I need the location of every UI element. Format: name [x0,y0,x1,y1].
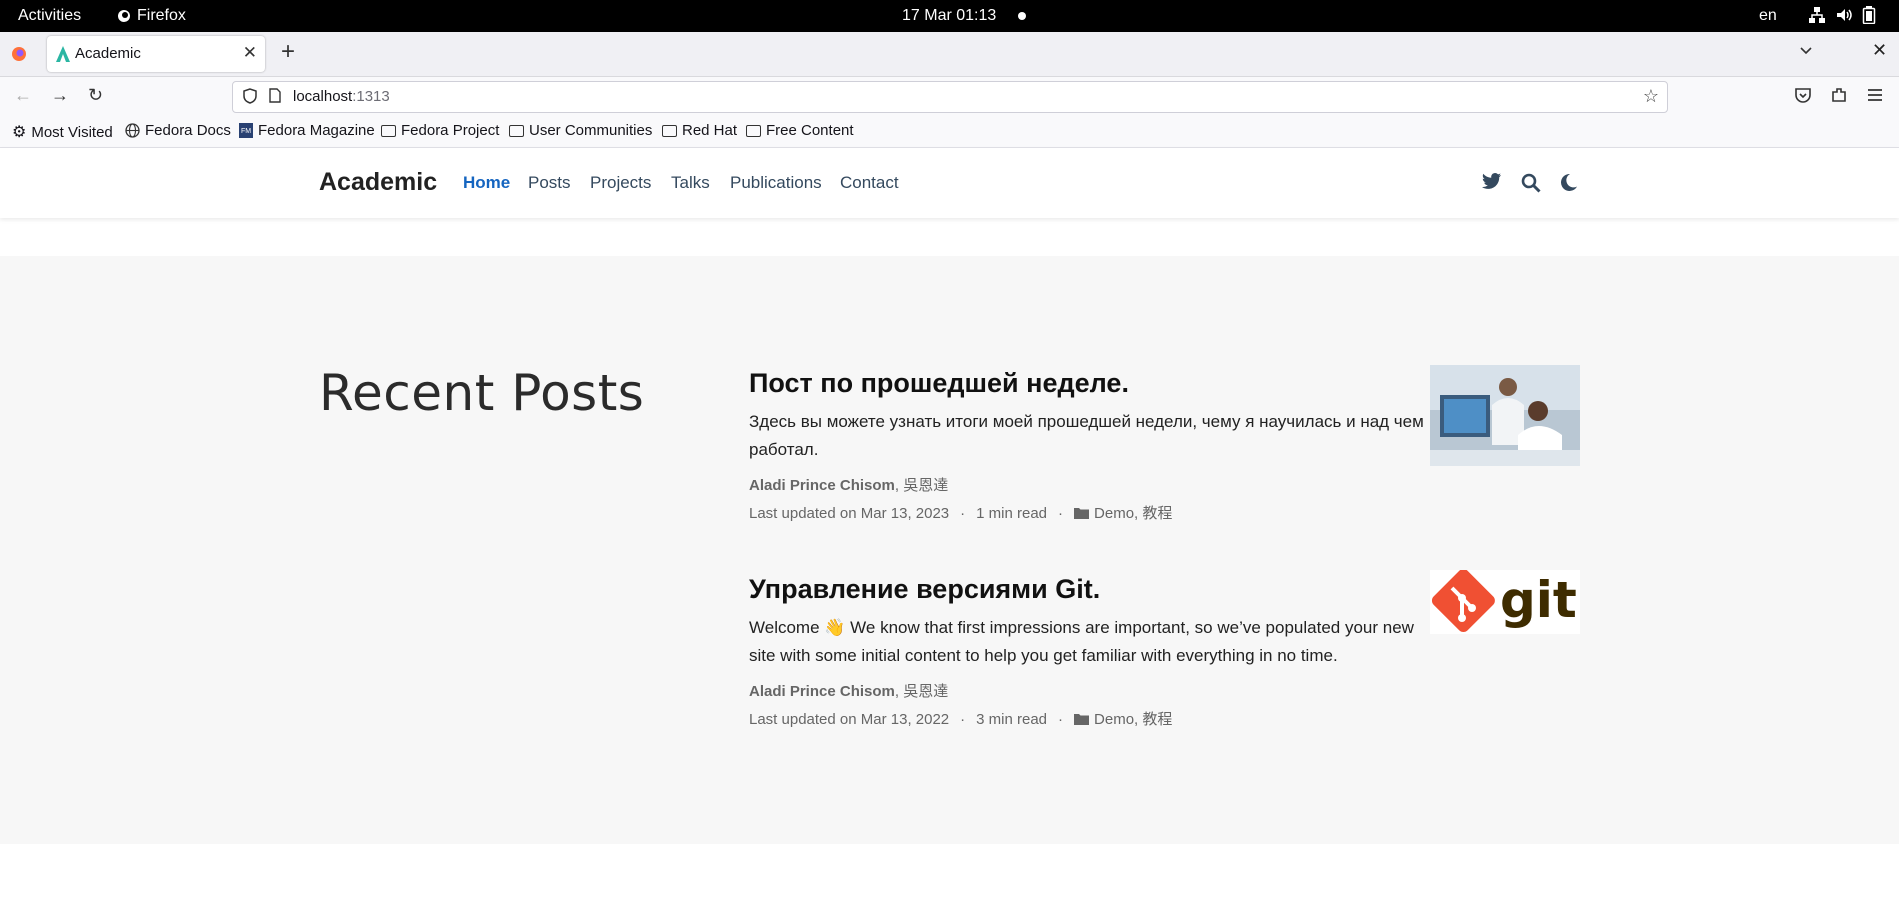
bookmark-fedora-magazine[interactable]: FM Fedora Magazine [239,122,375,139]
bookmark-most-visited[interactable]: ⚙ Most Visited [12,122,113,142]
meta-separator: · [960,711,966,728]
folder-icon [1074,714,1090,725]
bookmarks-toolbar: ⚙ Most Visited Fedora Docs FM Fedora Mag… [0,115,1899,148]
twitter-icon[interactable] [1482,173,1502,190]
post-updated: Last updated on Mar 13, 2023 [749,505,950,522]
bookmark-fedora-docs[interactable]: Fedora Docs [125,122,231,139]
section-title: Recent Posts [319,364,645,422]
post-categories[interactable]: Demo, 教程 [1094,711,1172,728]
post-meta: Last updated on Mar 13, 2022 · 3 min read ·… [749,708,1581,729]
folder-icon [509,124,524,137]
nav-toolbar: ← → ↻ localhost:1313 ☆ [0,77,1899,115]
bookmark-free-content[interactable]: Free Content [746,122,854,139]
menu-projects[interactable]: Projects [590,173,651,193]
author-others: , 吳恩達 [894,477,949,494]
author-link[interactable]: Aladi Prince Chisom [749,477,895,494]
reload-icon[interactable]: ↻ [88,85,103,106]
bookmark-label: User Communities [529,122,653,139]
post-read-time: 1 min read [976,505,1048,522]
language-indicator[interactable]: en [1759,7,1777,25]
folder-icon [662,124,677,137]
page-icon[interactable] [269,88,281,103]
author-others: , 吳恩達 [894,683,949,700]
bookmark-label: Fedora Magazine [258,122,375,139]
bookmark-label: Fedora Project [401,122,500,139]
post-categories[interactable]: Demo, 教程 [1094,505,1172,522]
bookmark-red-hat[interactable]: Red Hat [662,122,737,139]
git-logo: git [1430,569,1580,634]
app-menu[interactable]: Firefox [117,7,186,25]
academic-favicon-icon [56,46,70,62]
folder-icon [381,124,396,137]
author-link[interactable]: Aladi Prince Chisom [749,683,895,700]
bookmark-label: Free Content [766,122,854,139]
url-port: :1313 [352,88,390,105]
gear-icon: ⚙ [12,124,27,141]
bookmark-fedora-project[interactable]: Fedora Project [381,122,499,139]
bookmark-star-icon[interactable]: ☆ [1643,86,1659,107]
folder-icon [746,124,761,137]
post-summary: Здесь вы можете узнать итоги моей прошед… [749,412,1424,459]
post-thumbnail[interactable] [1430,365,1580,466]
post-read-time: 3 min read [976,711,1048,728]
scientists-photo [1430,365,1580,466]
clock[interactable]: 17 Mar 01:13 [902,7,996,25]
git-wordmark: git [1500,571,1577,629]
app-name: Firefox [137,7,186,24]
post-authors: Aladi Prince Chisom, 吳恩達 [749,680,1581,701]
globe-icon [125,123,140,138]
site-brand[interactable]: Academic [319,168,437,197]
network-icon [1809,7,1825,23]
bookmark-user-communities[interactable]: User Communities [509,122,652,139]
site-navbar: Academic Home Posts Projects Talks Publi… [0,148,1899,218]
chevron-down-icon[interactable] [1798,42,1814,58]
battery-icon [1862,6,1876,24]
firefox-view-icon[interactable] [11,46,27,62]
post-thumbnail[interactable]: git [1430,569,1580,634]
menu-talks[interactable]: Talks [671,173,710,193]
tab-strip: Academic ✕ + ✕ [0,32,1899,77]
recent-posts-section: Recent Posts Пост по прошедшей неделе. З… [0,256,1899,844]
url-bar[interactable]: localhost:1313 ☆ [232,81,1668,113]
extensions-icon[interactable] [1829,85,1849,105]
url-text[interactable]: localhost:1313 [293,88,390,105]
window-close-icon[interactable]: ✕ [1872,40,1887,61]
meta-separator: · [960,505,966,522]
activities-button[interactable]: Activities [18,7,81,25]
notification-dot-icon [1018,12,1026,20]
new-tab-button[interactable]: + [281,40,295,64]
hamburger-menu-icon[interactable] [1865,85,1885,105]
menu-posts[interactable]: Posts [528,173,571,193]
search-icon[interactable] [1521,173,1541,193]
pocket-icon[interactable] [1793,85,1813,105]
fm-icon: FM [239,123,253,138]
post-meta: Last updated on Mar 13, 2023 · 1 min read ·… [749,502,1581,523]
bookmark-label: Red Hat [682,122,738,139]
tab-academic[interactable]: Academic ✕ [47,36,265,72]
moon-icon[interactable] [1560,173,1578,192]
shield-icon[interactable] [243,88,257,104]
bookmark-label: Most Visited [31,123,113,141]
menu-publications[interactable]: Publications [730,173,822,193]
bookmark-label: Fedora Docs [145,122,231,139]
meta-separator: · [1058,711,1064,728]
folder-icon [1074,508,1090,519]
volume-icon [1837,9,1852,21]
post-authors: Aladi Prince Chisom, 吳恩達 [749,474,1581,495]
url-host: localhost [293,88,353,105]
forward-arrow-icon[interactable]: → [51,85,69,106]
post-updated: Last updated on Mar 13, 2022 [749,711,950,728]
firefox-app-icon [118,10,130,22]
menu-home[interactable]: Home [463,173,510,193]
tab-title: Academic [75,45,141,62]
back-arrow-icon[interactable]: ← [14,85,32,106]
svg-text:FM: FM [241,128,251,135]
close-tab-icon[interactable]: ✕ [243,43,257,63]
system-top-bar: Activities Firefox 17 Mar 01:13 en [0,0,1899,32]
menu-contact[interactable]: Contact [840,173,899,193]
post-summary: Welcome 👋 We know that first impressions… [749,618,1414,665]
system-tray[interactable] [1808,6,1876,24]
meta-separator: · [1058,505,1064,522]
